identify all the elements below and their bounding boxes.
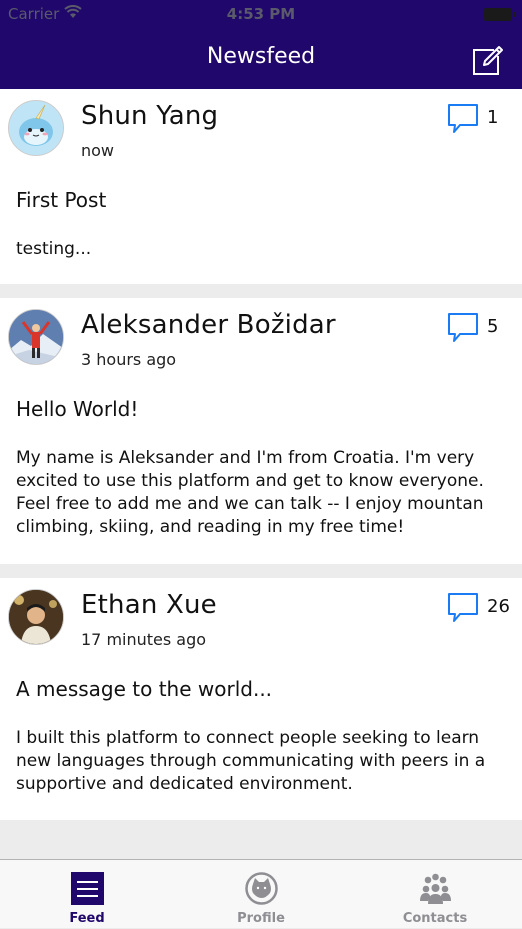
post-time: 17 minutes ago (81, 630, 207, 649)
tab-feed[interactable]: Feed (0, 860, 174, 929)
comment-icon (448, 593, 478, 622)
post-body: My name is Aleksander and I'm from Croat… (16, 448, 484, 537)
page-title: Newsfeed (206, 44, 316, 69)
post-card[interactable]: Ethan Xue 17 minutes ago 26 A message to… (0, 578, 522, 820)
feed-icon (71, 872, 104, 905)
comment-count: 5 (487, 316, 499, 337)
post-time: 3 hours ago (81, 350, 177, 369)
narwhal-avatar-icon (9, 101, 63, 155)
post-body: I built this platform to connect people … (16, 728, 486, 794)
compose-button[interactable] (470, 42, 506, 78)
author-avatar[interactable] (8, 309, 64, 365)
comment-icon (448, 104, 478, 133)
author-name[interactable]: Aleksander Božidar (81, 310, 336, 340)
author-avatar[interactable] (8, 100, 64, 156)
contacts-icon (420, 873, 451, 904)
nav-header: Carrier 4:53 PM Newsfeed (0, 0, 522, 89)
tab-label: Contacts (402, 911, 468, 926)
post-time: now (81, 141, 115, 160)
tab-label: Feed (69, 911, 105, 926)
profile-icon (245, 872, 278, 905)
status-bar: Carrier 4:53 PM (0, 0, 522, 28)
comment-icon (448, 313, 478, 342)
tab-label: Profile (237, 911, 285, 926)
person-avatar-icon (9, 590, 63, 644)
post-title: Hello World! (16, 397, 139, 421)
tab-contacts[interactable]: Contacts (348, 860, 522, 929)
author-name[interactable]: Ethan Xue (81, 590, 217, 620)
comment-count: 1 (487, 107, 499, 128)
tab-bar: Feed Profile Contacts (0, 859, 522, 928)
author-name[interactable]: Shun Yang (81, 101, 218, 131)
status-time: 4:53 PM (226, 5, 296, 23)
author-avatar[interactable] (8, 589, 64, 645)
post-card[interactable]: Shun Yang now 1 First Post testing... (0, 89, 522, 284)
climber-avatar-icon (9, 310, 63, 364)
post-card[interactable]: Aleksander Božidar 3 hours ago 5 Hello W… (0, 298, 522, 564)
comment-count: 26 (487, 596, 510, 617)
post-title: A message to the world... (16, 677, 273, 701)
post-body: testing... (16, 239, 92, 259)
compose-icon (473, 46, 503, 75)
battery-icon (484, 8, 515, 21)
tab-profile[interactable]: Profile (174, 860, 348, 929)
post-title: First Post (16, 188, 107, 212)
